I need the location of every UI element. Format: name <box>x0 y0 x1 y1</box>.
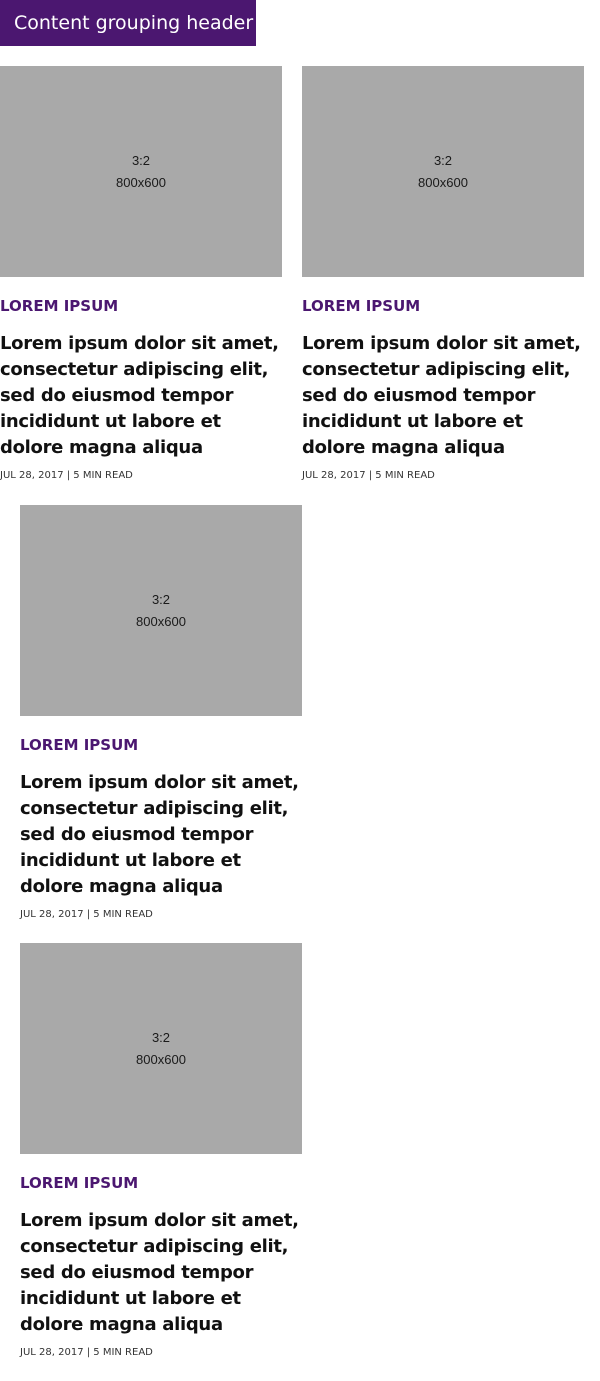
article-image-placeholder[interactable]: 3:2 800x600 <box>20 943 302 1154</box>
image-ratio-label: 3:2 <box>131 152 151 168</box>
article-card-4[interactable]: 3:2 800x600 LOREM IPSUM Lorem ipsum dolo… <box>20 943 302 1360</box>
article-meta: JUL 28, 2017 | 5 MIN READ <box>302 470 435 481</box>
article-headline[interactable]: Lorem ipsum dolor sit amet, consectetur … <box>0 331 282 461</box>
article-headline[interactable]: Lorem ipsum dolor sit amet, consectetur … <box>20 770 302 900</box>
article-card-2[interactable]: 3:2 800x600 LOREM IPSUM Lorem ipsum dolo… <box>302 66 584 483</box>
article-category[interactable]: LOREM IPSUM <box>20 736 302 754</box>
article-meta: JUL 28, 2017 | 5 MIN READ <box>0 470 133 481</box>
article-image-placeholder[interactable]: 3:2 800x600 <box>302 66 584 277</box>
article-category[interactable]: LOREM IPSUM <box>20 1174 302 1192</box>
content-grouping-header: Content grouping header <box>0 0 256 46</box>
article-image-placeholder[interactable]: 3:2 800x600 <box>20 505 302 716</box>
image-size-label: 800x600 <box>136 1051 186 1067</box>
article-headline[interactable]: Lorem ipsum dolor sit amet, consectetur … <box>20 1208 302 1338</box>
article-meta: JUL 28, 2017 | 5 MIN READ <box>20 909 153 920</box>
image-ratio-label: 3:2 <box>151 591 171 607</box>
article-card-3[interactable]: 3:2 800x600 LOREM IPSUM Lorem ipsum dolo… <box>20 505 302 922</box>
article-image-placeholder[interactable]: 3:2 800x600 <box>0 66 282 277</box>
article-meta: JUL 28, 2017 | 5 MIN READ <box>20 1347 153 1358</box>
article-category[interactable]: LOREM IPSUM <box>302 297 584 315</box>
image-size-label: 800x600 <box>116 174 166 190</box>
image-size-label: 800x600 <box>418 174 468 190</box>
article-headline[interactable]: Lorem ipsum dolor sit amet, consectetur … <box>302 331 584 461</box>
image-ratio-label: 3:2 <box>433 152 453 168</box>
article-card-1[interactable]: 3:2 800x600 LOREM IPSUM Lorem ipsum dolo… <box>0 66 282 483</box>
image-ratio-label: 3:2 <box>151 1029 171 1045</box>
article-category[interactable]: LOREM IPSUM <box>0 297 282 315</box>
image-size-label: 800x600 <box>136 613 186 629</box>
